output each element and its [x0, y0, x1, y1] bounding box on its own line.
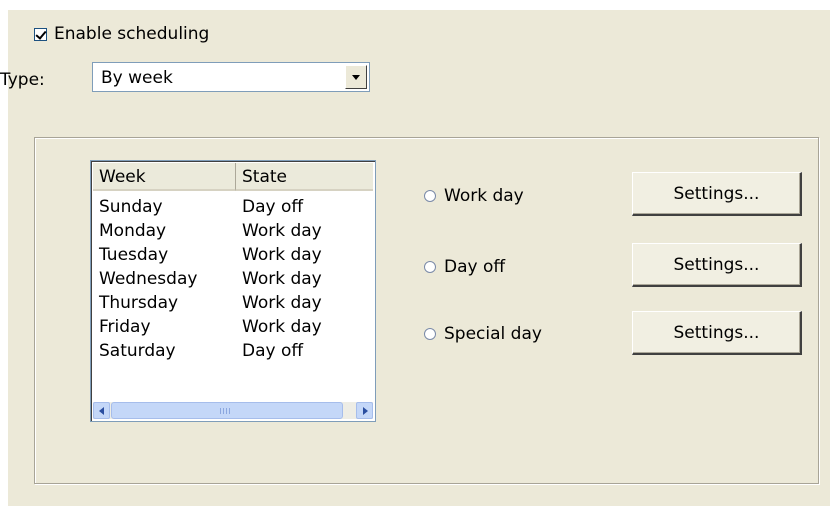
- enable-scheduling-row[interactable]: Enable scheduling: [34, 24, 209, 44]
- column-header-week[interactable]: Week: [93, 163, 236, 191]
- day-cell: Thursday: [99, 293, 179, 313]
- radio-special-day[interactable]: Special day: [424, 324, 542, 344]
- radio-day-off-label[interactable]: Day off: [444, 257, 505, 277]
- scrollbar-thumb[interactable]: [111, 402, 343, 419]
- list-row[interactable]: Tuesday Work day: [93, 243, 373, 267]
- week-list-view[interactable]: Week State Sunday Day off Monday Work da…: [90, 160, 376, 422]
- state-cell: Work day: [242, 221, 322, 241]
- radio-special-day-label[interactable]: Special day: [444, 324, 542, 344]
- state-cell: Work day: [242, 293, 322, 313]
- list-body: Sunday Day off Monday Work day Tuesday W…: [93, 195, 373, 363]
- list-header: Week State: [93, 163, 373, 191]
- list-row[interactable]: Thursday Work day: [93, 291, 373, 315]
- work-day-settings-button[interactable]: Settings...: [632, 172, 802, 216]
- list-row[interactable]: Sunday Day off: [93, 195, 373, 219]
- type-select-value: By week: [101, 68, 173, 88]
- radio-icon[interactable]: [424, 190, 436, 202]
- state-cell: Work day: [242, 317, 322, 337]
- state-cell: Day off: [242, 341, 304, 361]
- radio-work-day[interactable]: Work day: [424, 186, 524, 206]
- radio-day-off[interactable]: Day off: [424, 257, 505, 277]
- list-row[interactable]: Monday Work day: [93, 219, 373, 243]
- radio-icon[interactable]: [424, 261, 436, 273]
- day-cell: Wednesday: [99, 269, 198, 289]
- horizontal-scrollbar[interactable]: [93, 402, 373, 419]
- state-cell: Day off: [242, 197, 304, 217]
- day-cell: Monday: [99, 221, 167, 241]
- day-cell: Saturday: [99, 341, 176, 361]
- radio-work-day-label[interactable]: Work day: [444, 186, 524, 206]
- day-cell: Sunday: [99, 197, 163, 217]
- column-header-state[interactable]: State: [236, 163, 373, 191]
- enable-scheduling-label[interactable]: Enable scheduling: [54, 24, 209, 44]
- radio-icon[interactable]: [424, 328, 436, 340]
- arrow-left-icon[interactable]: [93, 402, 110, 419]
- chevron-down-icon[interactable]: [345, 65, 367, 89]
- list-row[interactable]: Wednesday Work day: [93, 267, 373, 291]
- state-cell: Work day: [242, 269, 322, 289]
- check-icon[interactable]: [34, 27, 47, 41]
- list-row[interactable]: Saturday Day off: [93, 339, 373, 363]
- special-day-settings-button[interactable]: Settings...: [632, 311, 802, 355]
- list-row[interactable]: Friday Work day: [93, 315, 373, 339]
- type-select[interactable]: By week: [92, 62, 370, 92]
- day-cell: Tuesday: [99, 245, 169, 265]
- type-label: Type:: [0, 70, 45, 90]
- day-cell: Friday: [99, 317, 151, 337]
- state-cell: Work day: [242, 245, 322, 265]
- day-off-settings-button[interactable]: Settings...: [632, 243, 802, 287]
- arrow-right-icon[interactable]: [356, 402, 373, 419]
